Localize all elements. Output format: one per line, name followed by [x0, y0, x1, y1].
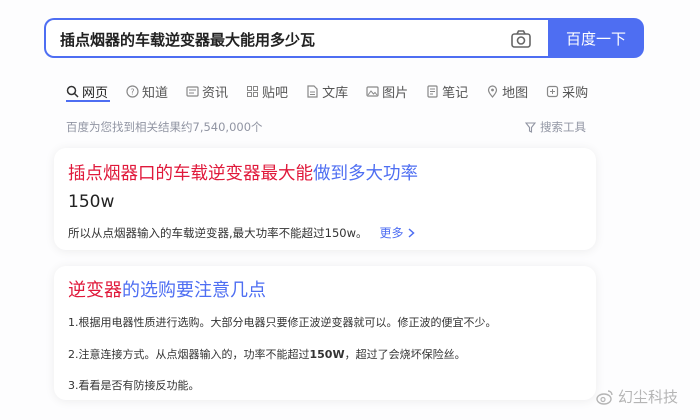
tab-label: 知道 [142, 86, 169, 101]
tab-tieba[interactable]: 贴吧 [246, 82, 288, 101]
tab-map[interactable]: 地图 [486, 82, 528, 101]
tip-text: ，超过了会烧坏保险丝。 [344, 348, 466, 361]
tab-purchase[interactable]: 采购 [546, 82, 588, 101]
answer-card: 插点烟器口的车载逆变器最大能做到多大功率 150w 所以从点烟器输入的车载逆变器… [54, 148, 596, 250]
tab-label: 贴吧 [262, 86, 289, 101]
tab-wenku[interactable]: 文库 [306, 82, 348, 101]
purchase-icon [547, 85, 559, 98]
tip-text: 2.注意连接方式。从点烟器输入的，功率不能超过 [68, 348, 310, 361]
tab-label: 文库 [322, 86, 349, 101]
title-highlight: 插点烟器口的车载逆变器最大能 [68, 164, 313, 184]
tab-news[interactable]: 资讯 [186, 82, 228, 101]
tab-label: 网页 [82, 86, 109, 101]
tab-zhidao[interactable]: ? 知道 [126, 82, 168, 101]
answer-snippet: 所以从点烟器输入的车载逆变器,最大功率不能超过150w。 更多 [68, 224, 415, 241]
search-tabs: 网页 ? 知道 资讯 贴吧 文库 图片 笔记 地图 采购 [66, 82, 606, 101]
camera-icon[interactable] [510, 29, 532, 49]
search-input[interactable] [60, 28, 500, 50]
image-icon [366, 86, 379, 97]
search-bar: 百度一下 [44, 18, 644, 58]
active-tab-indicator [66, 100, 110, 102]
answer-value: 150w [68, 192, 115, 212]
tab-label: 资讯 [202, 86, 229, 101]
note-icon [427, 85, 438, 98]
snippet-text: 所以从点烟器输入的车载逆变器,最大功率不能超过150w。 [68, 225, 368, 240]
more-label: 更多 [379, 226, 404, 240]
title-normal: 做到多大功率 [313, 164, 418, 184]
watermark-text: 幻尘科技 [618, 388, 679, 406]
search-button[interactable]: 百度一下 [548, 18, 644, 58]
tieba-icon [247, 86, 259, 97]
tab-label: 地图 [502, 86, 529, 101]
tips-card-title[interactable]: 逆变器的选购要注意几点 [68, 276, 266, 302]
svg-text:?: ? [130, 88, 134, 97]
tip-item: 1.根据用电器性质进行选购。大部分电器只要修正波逆变器就可以。修正波的便宜不少。 [68, 316, 497, 329]
search-tools-label: 搜索工具 [540, 120, 586, 134]
document-icon [307, 85, 318, 98]
tab-web[interactable]: 网页 [66, 82, 108, 101]
tip-bold: 150W [309, 348, 345, 361]
news-icon [186, 86, 199, 97]
tip-item: 3.看看是否有防接反功能。 [68, 379, 200, 392]
title-normal: 的选购要注意几点 [122, 280, 266, 301]
weibo-logo-icon [596, 389, 613, 405]
tab-label: 笔记 [442, 86, 469, 101]
result-count: 百度为您找到相关结果约7,540,000个 [66, 120, 263, 134]
search-box[interactable] [44, 18, 548, 58]
title-highlight: 逆变器 [68, 280, 122, 301]
watermark: 幻尘科技 [596, 386, 678, 407]
search-icon [66, 85, 79, 98]
map-pin-icon [488, 85, 498, 98]
more-link[interactable]: 更多 [380, 224, 415, 241]
tab-note[interactable]: 笔记 [426, 82, 468, 101]
question-icon: ? [126, 85, 139, 98]
tips-card: 逆变器的选购要注意几点 1.根据用电器性质进行选购。大部分电器只要修正波逆变器就… [54, 266, 596, 400]
tab-label: 图片 [382, 86, 409, 101]
search-tools-button[interactable]: 搜索工具 [525, 119, 586, 135]
answer-card-title[interactable]: 插点烟器口的车载逆变器最大能做到多大功率 [68, 160, 418, 185]
tab-label: 采购 [562, 86, 589, 101]
tab-image[interactable]: 图片 [366, 82, 408, 101]
tip-item: 2.注意连接方式。从点烟器输入的，功率不能超过150W，超过了会烧坏保险丝。 [68, 346, 466, 362]
chevron-right-icon [408, 227, 415, 238]
filter-icon [525, 121, 536, 133]
